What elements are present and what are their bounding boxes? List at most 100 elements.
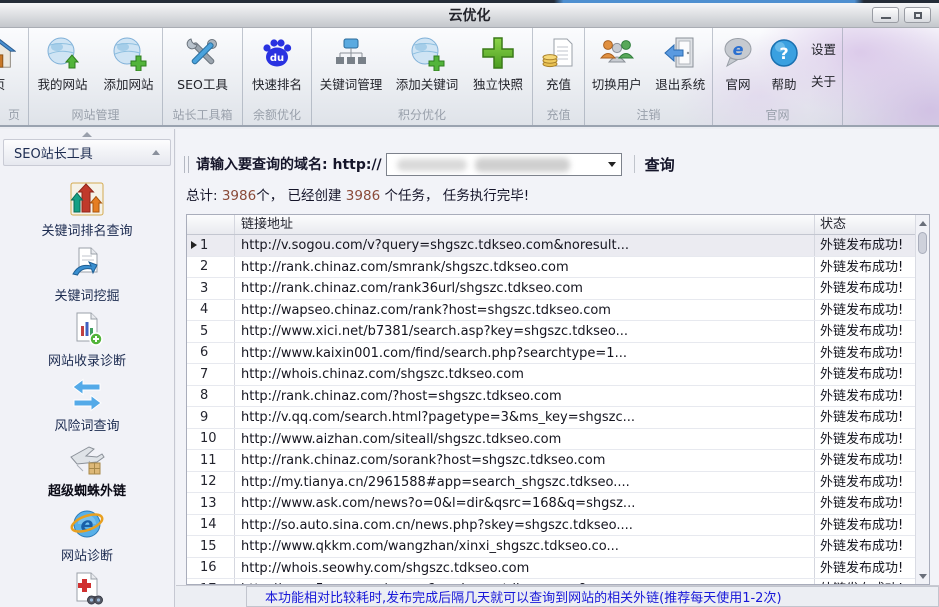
- table-row[interactable]: 3http://rank.chinaz.com/rank36url/shgszc…: [187, 278, 929, 300]
- coins-doc-icon: [540, 33, 578, 73]
- chevron-down-icon: [608, 162, 616, 167]
- keyword-manage-button[interactable]: 关键词管理: [313, 28, 389, 106]
- window-title: 云优化: [449, 5, 491, 25]
- airplane-box-icon: [68, 441, 106, 477]
- sidebar-item-super-spider-backlink[interactable]: 超级蜘蛛外链: [48, 441, 126, 499]
- table-row[interactable]: 1http://v.sogou.com/v?query=shgszc.tdkse…: [187, 235, 929, 257]
- scroll-up-icon: [919, 221, 927, 226]
- task-summary: 总计: 3986个， 已经创建 3986 个任务， 任务执行完毕!: [186, 184, 529, 204]
- scroll-down-button[interactable]: [916, 569, 929, 583]
- official-site-label: 官网: [725, 74, 750, 93]
- table-row[interactable]: 6http://www.kaixin001.com/find/search.ph…: [187, 343, 929, 365]
- minimize-icon: [881, 17, 891, 19]
- seo-tools-button[interactable]: SEO工具: [165, 28, 241, 106]
- svg-text:du: du: [270, 53, 284, 64]
- standalone-snapshot-button[interactable]: 独立快照: [465, 28, 531, 106]
- table-header: 链接地址 状态: [187, 215, 929, 235]
- chevron-up-icon: [152, 150, 160, 155]
- exit-system-button[interactable]: 退出系统: [649, 28, 713, 106]
- ribbon-filler: [843, 28, 939, 125]
- column-header-url[interactable]: 链接地址: [235, 215, 815, 234]
- standalone-snapshot-label: 独立快照: [473, 74, 523, 93]
- sidebar-item-risk-words[interactable]: 风险词查询: [54, 376, 119, 434]
- minimize-button[interactable]: [872, 7, 899, 23]
- switch-user-button[interactable]: 切换用户: [585, 28, 649, 106]
- recharge-button[interactable]: 充值: [534, 28, 584, 106]
- table-row[interactable]: 13http://www.ask.com/news?o=0&l=dir&qsrc…: [187, 493, 929, 515]
- sidebar-item-label: 超级蜘蛛外链: [48, 480, 126, 499]
- doc-chart-plus-icon: [68, 311, 106, 347]
- sidebar-item-label: 关键词排名查询: [41, 220, 132, 239]
- ribbon-group-official: e 官网 ? 帮助 设置 关于 官网: [713, 28, 843, 125]
- column-header-status[interactable]: 状态: [815, 215, 915, 234]
- ribbon-group-site-manage: 我的网站 添加网站 网站管理: [29, 28, 163, 125]
- add-keyword-button[interactable]: 添加关键词: [389, 28, 465, 106]
- dropdown-arrow-button[interactable]: [603, 154, 621, 175]
- home-icon: [0, 33, 18, 73]
- table-row[interactable]: 14http://so.auto.sina.com.cn/news.php?sk…: [187, 515, 929, 537]
- my-website-button[interactable]: 我的网站: [30, 28, 96, 106]
- about-button[interactable]: 关于: [807, 69, 840, 92]
- table-row[interactable]: 4http://wapseo.chinaz.com/rank?host=shgs…: [187, 300, 929, 322]
- question-icon: ?: [765, 33, 803, 73]
- sidebar-header-label: SEO站长工具: [14, 143, 93, 162]
- table-row[interactable]: 8http://rank.chinaz.com/?host=shgszc.tdk…: [187, 386, 929, 408]
- table-row[interactable]: 9http://v.qq.com/search.html?pagetype=3&…: [187, 407, 929, 429]
- ribbon-toolbar: 页 页 我的网站 添加网站 网站管理: [0, 28, 939, 127]
- sidebar-item-keyword-mining[interactable]: 关键词挖掘: [54, 246, 119, 304]
- scroll-up-button[interactable]: [916, 216, 929, 230]
- title-bar: 云优化: [0, 3, 939, 28]
- ribbon-group-logout: 切换用户 退出系统 注销: [585, 28, 713, 125]
- table-row[interactable]: 5http://www.xici.net/b7381/search.asp?ke…: [187, 321, 929, 343]
- usage-note: 本功能相对比较耗时,发布完成后隔几天就可以查询到网站的相关外链(推荐每天使用1-…: [265, 587, 782, 606]
- ribbon-group-label: 余额优化: [243, 106, 311, 125]
- fast-ranking-button[interactable]: du 快速排名: [244, 28, 310, 106]
- table-row[interactable]: 2http://rank.chinaz.com/smrank/shgszc.td…: [187, 257, 929, 279]
- sidebar-item-keyword-ranking[interactable]: 关键词排名查询: [41, 181, 132, 239]
- query-label: 请输入要查询的域名: http://: [196, 154, 382, 174]
- help-label: 帮助: [771, 74, 796, 93]
- toolbar-grip: [184, 156, 189, 173]
- globe-plus-icon: [408, 33, 446, 73]
- row-number-header: [187, 215, 235, 234]
- table-row[interactable]: 11http://rank.chinaz.com/sorank?host=shg…: [187, 450, 929, 472]
- sidebar-splitter[interactable]: [0, 129, 174, 139]
- table-row[interactable]: 10http://www.aizhan.com/siteall/shgszc.t…: [187, 429, 929, 451]
- vertical-scrollbar[interactable]: [915, 215, 929, 584]
- table-row[interactable]: 15http://www.qkkm.com/wangzhan/xinxi_shg…: [187, 536, 929, 558]
- domain-input[interactable]: [386, 153, 622, 176]
- swap-arrows-icon: [68, 376, 106, 412]
- ribbon-group-label: 网站管理: [29, 106, 162, 125]
- scrollbar-thumb[interactable]: [918, 232, 927, 254]
- results-table: 链接地址 状态 1http://v.sogou.com/v?query=shgs…: [186, 214, 930, 585]
- sidebar: SEO站长工具 关键词排名查询 关键词挖掘 网站收录诊断 风险词查询: [0, 129, 175, 607]
- add-website-button[interactable]: 添加网站: [96, 28, 162, 106]
- add-website-label: 添加网站: [103, 74, 153, 93]
- table-row[interactable]: 7http://whois.chinaz.com/shgszc.tdkseo.c…: [187, 364, 929, 386]
- ie-bubble-icon: e: [719, 33, 757, 73]
- maximize-button[interactable]: [904, 7, 931, 23]
- help-button[interactable]: ? 帮助: [761, 28, 807, 106]
- exit-system-label: 退出系统: [655, 74, 705, 93]
- ribbon-group-webmaster-tools: SEO工具 站长工具箱: [163, 28, 243, 125]
- sidebar-header[interactable]: SEO站长工具: [3, 139, 171, 166]
- ranking-arrows-icon: [68, 181, 106, 217]
- sidebar-item-label: 风险词查询: [54, 415, 119, 434]
- sidebar-item-site-index-diagnosis[interactable]: 网站收录诊断: [48, 311, 126, 369]
- sidebar-item-baidu-snapshot-diagnosis[interactable]: 百度快照诊断: [48, 571, 126, 607]
- baidu-paw-icon: du: [258, 33, 296, 73]
- official-site-button[interactable]: e 官网: [715, 28, 761, 106]
- home-button[interactable]: 页: [0, 28, 28, 106]
- sitemap-icon: [332, 33, 370, 73]
- splitter-up-icon: [82, 132, 92, 137]
- sidebar-item-label: 关键词挖掘: [54, 285, 119, 304]
- settings-button[interactable]: 设置: [807, 37, 840, 60]
- query-button[interactable]: 查询: [645, 154, 675, 175]
- table-row[interactable]: 12http://my.tianya.cn/2961588#app=search…: [187, 472, 929, 494]
- ie-logo-icon: e: [68, 506, 106, 542]
- table-row[interactable]: 16http://whois.seowhy.com/shgszc.tdkseo.…: [187, 558, 929, 580]
- separator: [634, 155, 635, 173]
- my-website-label: 我的网站: [37, 74, 87, 93]
- ribbon-group-label: 充值: [533, 106, 584, 125]
- sidebar-item-site-diagnosis[interactable]: e 网站诊断: [61, 506, 113, 564]
